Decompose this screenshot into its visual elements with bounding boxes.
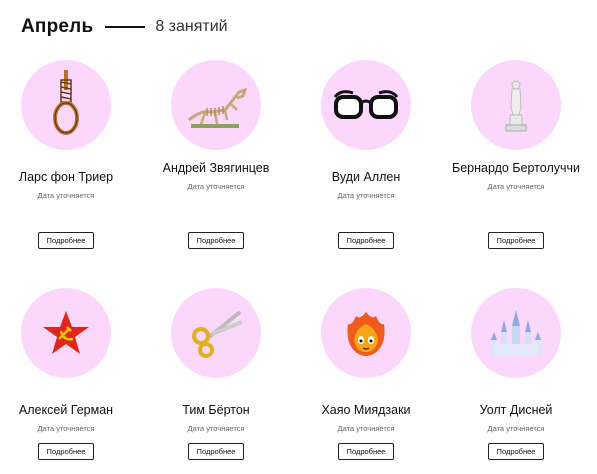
card-avatar (471, 60, 561, 150)
castle-icon (491, 310, 541, 356)
dinosaur-skeleton-icon (188, 87, 248, 128)
more-wrap: Подробнее (0, 441, 141, 460)
more-wrap: Подробнее (141, 230, 291, 249)
details-button[interactable]: Подробнее (187, 232, 245, 249)
more-wrap: Подробнее (291, 441, 441, 460)
lesson-card-4: Бернардо Бертолуччи Дата уточняется (441, 60, 591, 191)
card-name: Ларс фон Триер (18, 170, 114, 184)
details-button[interactable]: Подробнее (37, 232, 95, 249)
card-avatar (171, 288, 261, 378)
glasses-icon (333, 90, 399, 119)
lesson-card-5: Алексей Герман Дата уточняется (0, 288, 141, 433)
card-date: Дата уточняется (337, 191, 395, 200)
fire-spirit-icon (347, 312, 385, 356)
details-button[interactable]: Подробнее (487, 232, 545, 249)
card-date: Дата уточняется (37, 424, 95, 433)
card-name: Вуди Аллен (331, 170, 401, 184)
card-name: Бернардо Бертолуччи (452, 161, 580, 175)
card-avatar (21, 288, 111, 378)
card-avatar (321, 288, 411, 378)
lesson-card-2: Андрей Звягинцев Дата уточняется (141, 60, 291, 191)
lesson-count: 8 занятий (155, 18, 228, 35)
star-hammer-sickle-icon (43, 311, 89, 354)
card-date: Дата уточняется (337, 424, 395, 433)
section-header: Апрель 8 занятий (21, 16, 228, 38)
card-date: Дата уточняется (37, 191, 95, 200)
lesson-card-8: Уолт Дисней Дата уточняется (441, 288, 591, 433)
details-button[interactable]: Подробнее (487, 443, 545, 460)
divider-line (105, 26, 146, 28)
more-wrap: Подробнее (0, 230, 141, 249)
more-wrap: Подробнее (291, 230, 441, 249)
lesson-card-3: Вуди Аллен Дата уточняется (291, 60, 441, 200)
card-date: Дата уточняется (187, 424, 245, 433)
details-button[interactable]: Подробнее (337, 443, 395, 460)
card-name: Алексей Герман (18, 403, 114, 417)
card-name: Тим Бёртон (182, 403, 250, 417)
card-date: Дата уточняется (487, 182, 545, 191)
scissors-icon (192, 310, 243, 358)
details-button[interactable]: Подробнее (187, 443, 245, 460)
lesson-card-6: Тим Бёртон Дата уточняется (141, 288, 291, 433)
card-avatar (321, 60, 411, 150)
card-name: Андрей Звягинцев (162, 161, 270, 175)
card-avatar (21, 60, 111, 150)
card-date: Дата уточняется (187, 182, 245, 191)
details-button[interactable]: Подробнее (337, 232, 395, 249)
more-wrap: Подробнее (441, 441, 591, 460)
card-name: Уолт Дисней (479, 403, 553, 417)
details-button[interactable]: Подробнее (37, 443, 95, 460)
month-title: Апрель (21, 16, 94, 37)
card-name: Хаяо Миядзаки (321, 403, 411, 417)
card-avatar (171, 60, 261, 150)
lesson-card-1: Ларс фон Триер Дата уточняется (0, 60, 141, 200)
more-wrap: Подробнее (441, 230, 591, 249)
lesson-card-7: Хаяо Миядзаки Дата уточняется (291, 288, 441, 433)
card-avatar (471, 288, 561, 378)
card-date: Дата уточняется (487, 424, 545, 433)
more-wrap: Подробнее (141, 441, 291, 460)
statue-icon (505, 80, 527, 132)
noose-icon (53, 70, 79, 135)
